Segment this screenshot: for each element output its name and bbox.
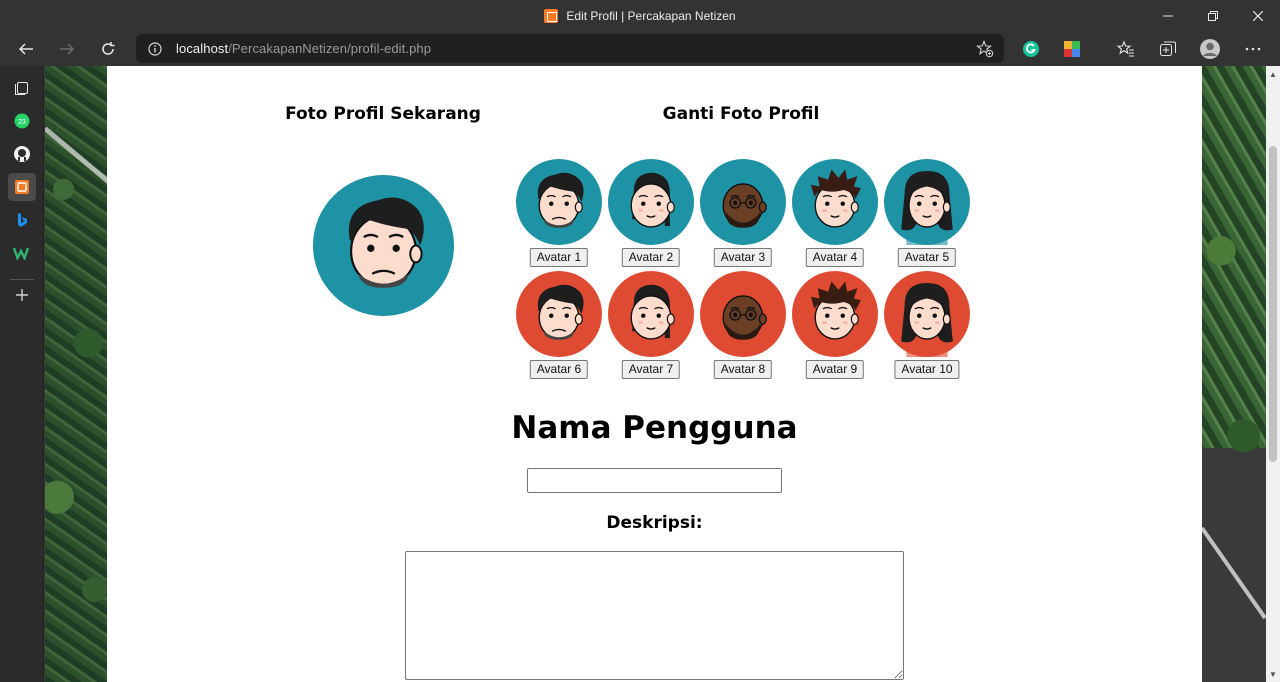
url-path: /PercakapanNetizen/profil-edit.php [228, 41, 432, 56]
avatar-image[interactable] [516, 271, 602, 357]
browser-sidebar: 23 [0, 66, 44, 682]
url-text[interactable]: localhost/PercakapanNetizen/profil-edit.… [176, 41, 431, 56]
add-icon[interactable] [8, 281, 36, 309]
xampp-favicon-icon [544, 8, 559, 23]
username-heading: Nama Pengguna [511, 410, 798, 446]
back-icon[interactable] [11, 34, 41, 64]
profile-avatar-icon[interactable] [1198, 37, 1222, 61]
whatsapp-badge: 23 [18, 119, 26, 126]
browser-toolbar: localhost/PercakapanNetizen/profil-edit.… [0, 31, 1280, 66]
add-favorite-icon[interactable] [975, 40, 994, 58]
avatar-option: Avatar 2 [606, 159, 696, 271]
collections-icon[interactable] [1156, 37, 1180, 61]
refresh-icon[interactable] [93, 34, 123, 64]
url-host: localhost [176, 41, 229, 56]
avatar-image[interactable] [884, 271, 970, 357]
grammarly-icon[interactable] [1019, 37, 1043, 61]
more-menu-icon[interactable] [1241, 37, 1265, 61]
avatar-option: Avatar 7 [606, 271, 696, 383]
scroll-down-icon[interactable]: ▼ [1266, 666, 1280, 682]
description-textarea[interactable] [405, 551, 904, 680]
avatar-image[interactable] [700, 159, 786, 245]
avatar-option: Avatar 5 [882, 159, 972, 271]
avatar-option: Avatar 8 [698, 271, 788, 383]
favorites-icon[interactable] [1114, 37, 1138, 61]
xampp-icon[interactable] [8, 173, 36, 201]
background-road [1202, 526, 1266, 620]
scroll-thumb[interactable] [1269, 146, 1277, 462]
window-title: Edit Profil | Percakapan Netizen [566, 8, 736, 23]
avatar-select-button[interactable]: Avatar 5 [897, 248, 957, 267]
background-road [45, 126, 107, 189]
github-icon[interactable] [8, 140, 36, 168]
avatar-select-button[interactable]: Avatar 6 [529, 360, 589, 379]
avatar-option: Avatar 6 [514, 271, 604, 383]
minimize-icon[interactable] [1145, 0, 1190, 31]
current-photo-heading: Foto Profil Sekarang [285, 104, 481, 124]
window-controls [1145, 0, 1280, 31]
change-photo-heading: Ganti Foto Profil [662, 104, 820, 124]
avatar-select-button[interactable]: Avatar 10 [894, 360, 960, 379]
avatar-image[interactable] [700, 271, 786, 357]
current-profile-avatar [313, 175, 454, 316]
edit-profile-page: Foto Profil Sekarang Ganti Foto Profil A… [107, 66, 1202, 682]
background-forest-left [45, 66, 107, 682]
bing-icon[interactable] [8, 206, 36, 234]
tabs-icon[interactable] [8, 74, 36, 102]
w-icon[interactable] [8, 239, 36, 267]
avatar-select-button[interactable]: Avatar 2 [621, 248, 681, 267]
avatar-option: Avatar 9 [790, 271, 880, 383]
title-bar: Edit Profil | Percakapan Netizen [0, 0, 1280, 31]
avatar-select-button[interactable]: Avatar 1 [529, 248, 589, 267]
site-info-icon[interactable] [148, 41, 162, 56]
avatar-image[interactable] [792, 159, 878, 245]
avatar-option: Avatar 4 [790, 159, 880, 271]
sidebar-divider [10, 279, 34, 280]
avatar-image[interactable] [608, 271, 694, 357]
avatar-image[interactable] [608, 159, 694, 245]
forward-icon[interactable] [52, 34, 82, 64]
restore-icon[interactable] [1190, 0, 1235, 31]
avatar-select-button[interactable]: Avatar 9 [805, 360, 865, 379]
window-title-area: Edit Profil | Percakapan Netizen [0, 0, 1280, 31]
scroll-up-icon[interactable]: ▲ [1266, 66, 1280, 82]
avatar-image[interactable] [516, 159, 602, 245]
avatar-select-button[interactable]: Avatar 8 [713, 360, 773, 379]
avatar-image[interactable] [884, 159, 970, 245]
username-input[interactable] [527, 468, 782, 493]
avatar-image[interactable] [792, 271, 878, 357]
avatar-option: Avatar 10 [882, 271, 972, 383]
extension-icon[interactable] [1060, 37, 1084, 61]
avatar-select-button[interactable]: Avatar 4 [805, 248, 865, 267]
close-icon[interactable] [1235, 0, 1280, 31]
background-forest-right [1202, 66, 1266, 682]
avatar-option: Avatar 1 [514, 159, 604, 271]
avatar-option: Avatar 3 [698, 159, 788, 271]
description-heading: Deskripsi: [606, 513, 703, 533]
avatar-select-button[interactable]: Avatar 7 [621, 360, 681, 379]
whatsapp-icon[interactable]: 23 [8, 107, 36, 135]
page-scrollbar[interactable]: ▲ ▼ [1266, 66, 1280, 682]
address-bar[interactable]: localhost/PercakapanNetizen/profil-edit.… [136, 34, 1004, 63]
avatar-select-button[interactable]: Avatar 3 [713, 248, 773, 267]
